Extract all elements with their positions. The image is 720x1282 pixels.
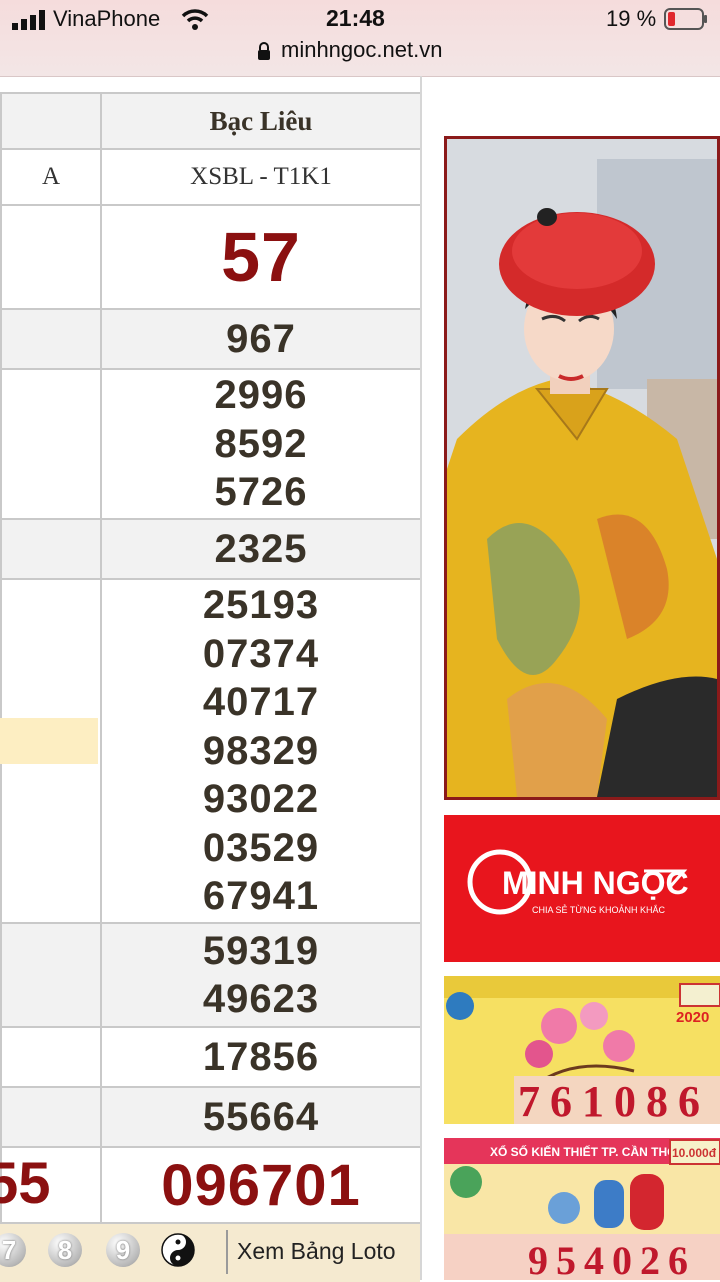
prize-2-cell: 17856: [100, 1026, 422, 1088]
prize-label-cell: [0, 368, 102, 520]
prize-number: 25193: [202, 583, 320, 628]
advertisement-photo[interactable]: [444, 136, 720, 800]
prize-3-cell: 59319 49623: [100, 922, 422, 1028]
prize-label-cell: [0, 518, 102, 580]
view-loto-table-link[interactable]: Xem Bảng Loto: [237, 1238, 396, 1265]
banner2-ticket-number: 954026: [528, 1238, 696, 1280]
address-bar-url[interactable]: minhngoc.net.vn: [281, 37, 442, 63]
prize-number: 55664: [202, 1094, 320, 1139]
woman-in-ao-dai-illustration: [447, 139, 717, 797]
prize-number: 2996: [214, 373, 308, 418]
prize-number: 03529: [202, 825, 320, 870]
minhngoc-logo: MINH NGỌC CHIA SẺ TỪNG KHOẢNH KHẮC: [467, 849, 689, 915]
wifi-icon: [181, 9, 209, 30]
carrier-name: VinaPhone: [53, 6, 161, 31]
minhngoc-brand-banner[interactable]: MINH NGỌC CHIA SẺ TỪNG KHOẢNH KHẮC: [444, 815, 720, 962]
row-highlight: [0, 718, 98, 764]
prize-number: 8592: [214, 421, 308, 466]
ticket-illustration: XỔ SỐ KIẾN THIẾT TP. CẦN THƠ 10.000đ 954…: [444, 1138, 720, 1280]
loto-ball-9[interactable]: 9: [106, 1233, 140, 1267]
prize-8-cell: 57: [100, 204, 422, 310]
prize-number: 40717: [202, 680, 320, 725]
lottery-ticket-banner-can-tho[interactable]: XỔ SỐ KIẾN THIẾT TP. CẦN THƠ 10.000đ 954…: [444, 1138, 720, 1280]
prize-number: 98329: [202, 728, 320, 773]
brand-tagline-text: CHIA SẺ TỪNG KHOẢNH KHẮC: [532, 904, 666, 915]
prize-7-cell: 967: [100, 308, 422, 370]
banner1-ticket-number: 761086: [518, 1077, 710, 1124]
prize-number: 2325: [214, 526, 308, 571]
prize-number: 59319: [202, 928, 320, 973]
loto-ball-8[interactable]: 8: [48, 1233, 82, 1267]
left-code-fragment: A: [41, 163, 61, 190]
divider: [226, 1230, 228, 1274]
loto-bar: 7 8 9 Xem Bảng Loto: [0, 1222, 420, 1282]
prize-5-cell: 2325: [100, 518, 422, 580]
signal-icon: [12, 10, 45, 30]
province-name[interactable]: Bạc Liêu: [100, 92, 422, 150]
prize-label-cell: [0, 1026, 102, 1088]
yin-yang-icon[interactable]: [161, 1233, 195, 1267]
prize-number: 17856: [202, 1034, 320, 1079]
battery-icon: [664, 8, 707, 30]
special-prize-number: 096701: [161, 1152, 361, 1218]
ticket-illustration: 2020 761086: [444, 976, 720, 1124]
lottery-results-table: Bạc Liêu A XSBL - T1K1 57 967 2996 8592 …: [0, 92, 422, 1280]
prize-number: 93022: [202, 777, 320, 822]
prize-4-cell: 25193 07374 40717 98329 93022 03529 6794…: [100, 578, 422, 924]
prize-number: 57: [221, 218, 301, 296]
draw-code: XSBL - T1K1: [100, 148, 422, 206]
prize-number: 967: [226, 316, 296, 361]
prize-label-cell: [0, 204, 102, 310]
prize-number: 49623: [202, 977, 320, 1021]
banner2-title: XỔ SỐ KIẾN THIẾT TP. CẦN THƠ: [490, 1144, 678, 1159]
prize-number: 5726: [214, 470, 308, 515]
left-header-cell: [0, 92, 102, 150]
battery-percent: 19 %: [606, 6, 657, 31]
lottery-ticket-banner-soc-trang[interactable]: 2020 761086: [444, 976, 720, 1124]
left-code-cell: A: [0, 148, 102, 206]
clock: 21:48: [326, 5, 385, 31]
banner2-prize-value: 10.000đ: [672, 1146, 717, 1160]
prize-label-cell: [0, 1086, 102, 1148]
prize-6-cell: 2996 8592 5726: [100, 368, 422, 520]
status-bar: VinaPhone 21:48 19 % minhngoc.net.vn: [0, 0, 720, 77]
prize-number: 07374: [202, 631, 320, 676]
left-special-fragment: 55: [0, 1151, 51, 1216]
prize-1-cell: 55664: [100, 1086, 422, 1148]
loto-ball-7[interactable]: 7: [0, 1233, 26, 1267]
prize-label-cell: [0, 922, 102, 1028]
special-prize-cell: 096701: [100, 1146, 422, 1226]
lock-icon: [258, 42, 270, 60]
banner1-year: 2020: [676, 1009, 709, 1026]
prize-number: 67941: [202, 874, 320, 919]
column-divider: [420, 76, 422, 1280]
prize-label-cell: [0, 308, 102, 370]
